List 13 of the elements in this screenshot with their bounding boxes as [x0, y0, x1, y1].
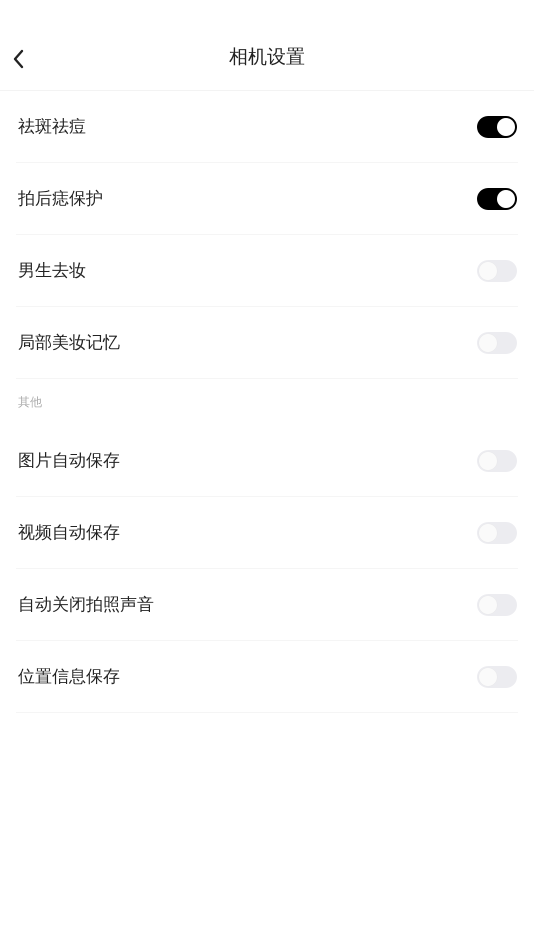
toggle-switch[interactable]	[477, 188, 517, 210]
toggle-switch[interactable]	[477, 116, 517, 138]
setting-label: 位置信息保存	[18, 666, 120, 688]
page-title: 相机设置	[229, 45, 305, 70]
setting-label: 图片自动保存	[18, 450, 120, 472]
setting-label: 祛斑祛痘	[18, 116, 86, 138]
setting-label: 视频自动保存	[18, 522, 120, 544]
setting-label: 局部美妆记忆	[18, 332, 120, 354]
section-heading: 其他	[18, 394, 42, 410]
chevron-left-icon	[12, 49, 24, 69]
setting-label: 自动关闭拍照声音	[18, 594, 154, 616]
setting-label: 男生去妆	[18, 260, 86, 282]
setting-label: 拍后痣保护	[18, 188, 103, 210]
